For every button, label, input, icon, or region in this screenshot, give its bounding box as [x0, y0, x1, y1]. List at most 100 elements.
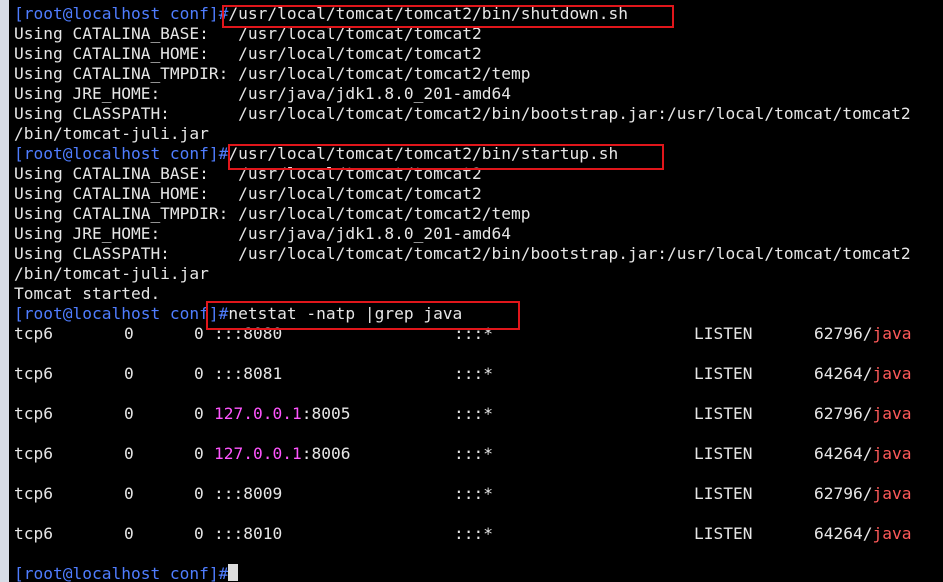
output-line: Using CATALINA_TMPDIR: /usr/local/tomcat… [14, 64, 943, 84]
state-cell: LISTEN [694, 404, 753, 423]
shell-prompt: [root@localhost conf]# [14, 4, 229, 23]
pid-program-cell: 62796/java [814, 324, 911, 344]
netstat-row: tcp6 0 0 :::8010 :::* LISTEN 64264/java [14, 524, 943, 544]
pid: 62796/ [814, 324, 873, 343]
send-q-cell: 0 [194, 484, 204, 503]
state-cell: LISTEN [694, 444, 753, 463]
proto-cell: tcp6 [14, 324, 53, 343]
local-address-cell: :::8010 [214, 524, 282, 544]
send-q-cell: 0 [194, 524, 204, 543]
terminal-window[interactable]: [root@localhost conf]#/usr/local/tomcat/… [0, 0, 943, 582]
command-text: /usr/local/tomcat/tomcat2/bin/shutdown.s… [228, 4, 628, 23]
pid-program-cell: 64264/java [814, 524, 911, 544]
output-line: Using CLASSPATH: /usr/local/tomcat/tomca… [14, 244, 943, 264]
env-label: Using CATALINA_BASE: [14, 24, 239, 43]
foreign-address-cell: :::* [454, 484, 493, 503]
netstat-row: tcp6 0 0 127.0.0.1:8005 :::* LISTEN 6279… [14, 404, 943, 424]
output-line-wrap: /bin/tomcat-juli.jar [14, 124, 209, 143]
shell-prompt: [root@localhost conf]# [14, 144, 229, 163]
local-address-cell: 127.0.0.1:8005 [214, 404, 350, 424]
local-ip: 127.0.0.1 [214, 444, 302, 463]
env-value: /usr/local/tomcat/tomcat2 [238, 164, 482, 183]
env-label: Using CATALINA_BASE: [14, 164, 239, 183]
foreign-address-cell: :::* [454, 404, 493, 423]
netstat-row: tcp6 0 0 :::8009 :::* LISTEN 62796/java [14, 484, 943, 504]
command-line-startup: [root@localhost conf]#/usr/local/tomcat/… [14, 144, 943, 164]
env-label: Using CLASSPATH: [14, 104, 239, 123]
command-text: netstat -natp |grep java [228, 304, 463, 323]
send-q-cell: 0 [194, 444, 204, 463]
program-name: java [872, 324, 912, 343]
local-port: :::8010 [214, 524, 283, 543]
recv-q-cell: 0 [124, 324, 134, 343]
state-cell: LISTEN [694, 324, 753, 343]
netstat-row: tcp6 0 0 127.0.0.1:8006 :::* LISTEN 6426… [14, 444, 943, 464]
output-line: Using CATALINA_BASE: /usr/local/tomcat/t… [14, 164, 943, 184]
env-label: Using CATALINA_HOME: [14, 44, 239, 63]
local-address-cell: :::8081 [214, 364, 282, 384]
state-cell: LISTEN [694, 524, 753, 543]
recv-q-cell: 0 [124, 524, 134, 543]
env-value: /usr/local/tomcat/tomcat2/temp [238, 64, 531, 83]
program-name: java [872, 444, 912, 463]
proto-cell: tcp6 [14, 484, 53, 503]
local-port: :8006 [301, 444, 351, 463]
output-line: Using CATALINA_HOME: /usr/local/tomcat/t… [14, 44, 943, 64]
program-name: java [872, 364, 912, 383]
env-value: /usr/java/jdk1.8.0_201-amd64 [238, 84, 512, 103]
pid: 62796/ [814, 404, 873, 423]
proto-cell: tcp6 [14, 524, 53, 543]
terminal-output: [root@localhost conf]#/usr/local/tomcat/… [14, 4, 943, 582]
local-port: :::8080 [214, 324, 283, 343]
program-name: java [872, 524, 912, 543]
command-line-current[interactable]: [root@localhost conf]# [14, 564, 943, 582]
netstat-row: tcp6 0 0 :::8081 :::* LISTEN 64264/java [14, 364, 943, 384]
local-address-cell: 127.0.0.1:8006 [214, 444, 350, 464]
env-value: /usr/local/tomcat/tomcat2 [238, 184, 482, 203]
pid: 64264/ [814, 444, 873, 463]
recv-q-cell: 0 [124, 444, 134, 463]
env-label: Using JRE_HOME: [14, 84, 239, 103]
foreign-address-cell: :::* [454, 524, 493, 543]
state-cell: LISTEN [694, 484, 753, 503]
output-line: Using CATALINA_TMPDIR: /usr/local/tomcat… [14, 204, 943, 224]
env-label: Using JRE_HOME: [14, 224, 239, 243]
output-line: Using JRE_HOME: /usr/java/jdk1.8.0_201-a… [14, 224, 943, 244]
foreign-address-cell: :::* [454, 444, 493, 463]
pid-program-cell: 62796/java [814, 404, 911, 424]
output-line: Using CATALINA_BASE: /usr/local/tomcat/t… [14, 24, 943, 44]
env-label: Using CLASSPATH: [14, 244, 239, 263]
send-q-cell: 0 [194, 324, 204, 343]
pid: 64264/ [814, 364, 873, 383]
command-text: /usr/local/tomcat/tomcat2/bin/startup.sh [228, 144, 619, 163]
output-line: Using CATALINA_HOME: /usr/local/tomcat/t… [14, 184, 943, 204]
recv-q-cell: 0 [124, 484, 134, 503]
recv-q-cell: 0 [124, 404, 134, 423]
env-value: /usr/local/tomcat/tomcat2/temp [238, 204, 531, 223]
text-cursor[interactable] [228, 564, 239, 581]
state-cell: LISTEN [694, 364, 753, 383]
program-name: java [872, 484, 912, 503]
netstat-row: tcp6 0 0 :::8080 :::* LISTEN 62796/java [14, 324, 943, 344]
pid-program-cell: 62796/java [814, 484, 911, 504]
pid-program-cell: 64264/java [814, 364, 911, 384]
env-value: /usr/local/tomcat/tomcat2 [238, 44, 482, 63]
foreign-address-cell: :::* [454, 364, 493, 383]
local-port: :::8009 [214, 484, 283, 503]
command-line-shutdown: [root@localhost conf]#/usr/local/tomcat/… [14, 4, 943, 24]
proto-cell: tcp6 [14, 444, 53, 463]
local-port: :::8081 [214, 364, 283, 383]
output-line: Using JRE_HOME: /usr/java/jdk1.8.0_201-a… [14, 84, 943, 104]
env-label: Using CATALINA_TMPDIR: [14, 204, 239, 223]
proto-cell: tcp6 [14, 364, 53, 383]
pid: 64264/ [814, 524, 873, 543]
pid-program-cell: 64264/java [814, 444, 911, 464]
local-address-cell: :::8009 [214, 484, 282, 504]
recv-q-cell: 0 [124, 364, 134, 383]
